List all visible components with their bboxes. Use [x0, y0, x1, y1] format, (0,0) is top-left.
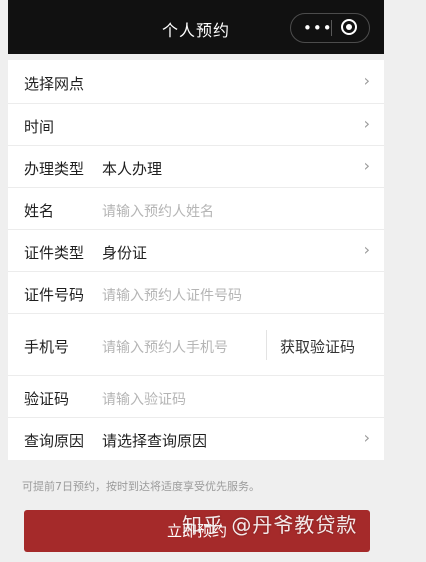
appointment-form: 选择网点 › 时间 › 办理类型 本人办理 › 姓名 请输入预约人姓名 证件类型…	[8, 60, 384, 460]
row-branch[interactable]: 选择网点 ›	[8, 60, 384, 104]
chevron-right-icon: ›	[363, 240, 370, 259]
capsule-divider	[331, 20, 332, 36]
verify-code-label: 验证码	[24, 390, 70, 408]
phone-input[interactable]: 请输入预约人手机号	[102, 337, 228, 357]
more-icon[interactable]: •••	[303, 19, 333, 37]
title-bar: 个人预约 •••	[8, 0, 384, 54]
row-verify-code[interactable]: 验证码 请输入验证码	[8, 376, 384, 418]
row-name[interactable]: 姓名 请输入预约人姓名	[8, 188, 384, 230]
row-business-type[interactable]: 办理类型 本人办理 ›	[8, 146, 384, 188]
id-type-label: 证件类型	[24, 244, 85, 262]
close-target-icon[interactable]	[341, 19, 357, 35]
business-type-value: 本人办理	[102, 160, 163, 178]
get-code-button[interactable]: 获取验证码	[280, 336, 355, 357]
query-reason-value: 请选择查询原因	[102, 432, 208, 450]
business-type-label: 办理类型	[24, 160, 85, 178]
row-phone[interactable]: 手机号 请输入预约人手机号 获取验证码	[8, 314, 384, 376]
watermark: 知乎 @丹爷教贷款	[182, 513, 358, 537]
row-id-number[interactable]: 证件号码 请输入预约人证件号码	[8, 272, 384, 314]
name-label: 姓名	[24, 202, 55, 220]
chevron-right-icon: ›	[363, 428, 370, 447]
chevron-right-icon: ›	[363, 156, 370, 175]
branch-label: 选择网点	[24, 75, 85, 93]
phone-divider	[266, 330, 267, 360]
row-query-reason[interactable]: 查询原因 请选择查询原因 ›	[8, 418, 384, 460]
phone-label: 手机号	[24, 338, 70, 356]
row-id-type[interactable]: 证件类型 身份证 ›	[8, 230, 384, 272]
id-type-value: 身份证	[102, 244, 148, 262]
query-reason-label: 查询原因	[24, 432, 85, 450]
chevron-right-icon: ›	[363, 114, 370, 133]
row-time[interactable]: 时间 ›	[8, 104, 384, 146]
id-number-input[interactable]: 请输入预约人证件号码	[102, 285, 242, 305]
time-label: 时间	[24, 118, 55, 136]
verify-code-input[interactable]: 请输入验证码	[102, 389, 186, 409]
appointment-hint: 可提前7日预约，按时到达将适度享受优先服务。	[22, 480, 260, 493]
chevron-right-icon: ›	[363, 71, 370, 90]
mini-program-capsule: •••	[290, 13, 370, 43]
id-number-label: 证件号码	[24, 286, 85, 304]
name-input[interactable]: 请输入预约人姓名	[102, 201, 214, 221]
